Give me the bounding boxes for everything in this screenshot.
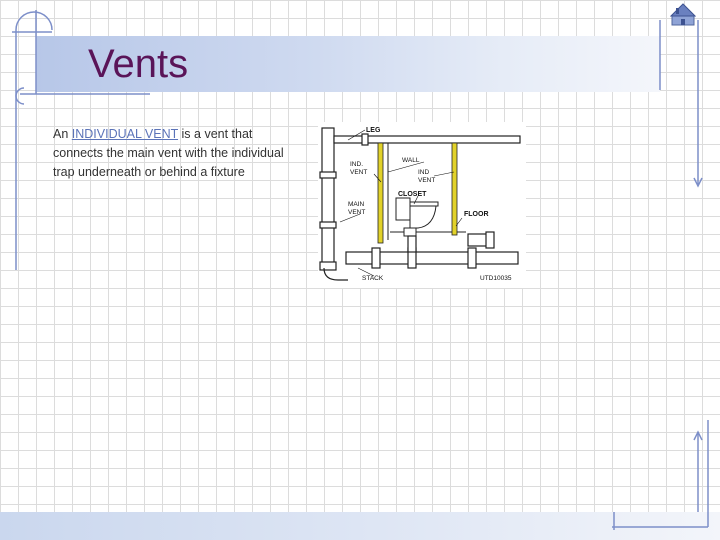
individual-vent-diagram: LEG IND. VENT WALL IND VENT CLOSET MAIN … <box>318 122 526 288</box>
left-individual-vent <box>377 142 384 244</box>
drain-pipe <box>345 231 519 269</box>
top-vent-pipe <box>333 133 521 146</box>
label-floor: FLOOR <box>464 211 489 218</box>
main-vent-pipe <box>319 127 348 281</box>
home-icon[interactable] <box>670 2 696 26</box>
body-prefix: An <box>53 127 72 141</box>
page-title: Vents <box>88 42 189 86</box>
label-main-vent-2: VENT <box>348 209 365 216</box>
body-text: An INDIVIDUAL VENT is a vent that connec… <box>53 125 298 182</box>
label-wall: WALL <box>402 157 420 164</box>
label-ind-vent-left-1: IND. <box>350 161 363 168</box>
label-main-vent-1: MAIN <box>348 201 365 208</box>
label-ind-vent-right-2: VENT <box>418 177 435 184</box>
label-code: UTD10035 <box>480 275 512 282</box>
label-ind-vent-right-1: IND <box>418 169 430 176</box>
closet-fixture <box>395 197 439 237</box>
label-stack: STACK <box>362 275 384 282</box>
label-leg: LEG <box>366 127 381 134</box>
label-closet: CLOSET <box>398 191 427 198</box>
individual-vent-link[interactable]: INDIVIDUAL VENT <box>72 127 178 141</box>
label-ind-vent-left-2: VENT <box>350 169 367 176</box>
slide: Vents An INDIVIDUAL VENT is a vent that … <box>0 0 720 540</box>
right-individual-vent <box>451 142 458 236</box>
